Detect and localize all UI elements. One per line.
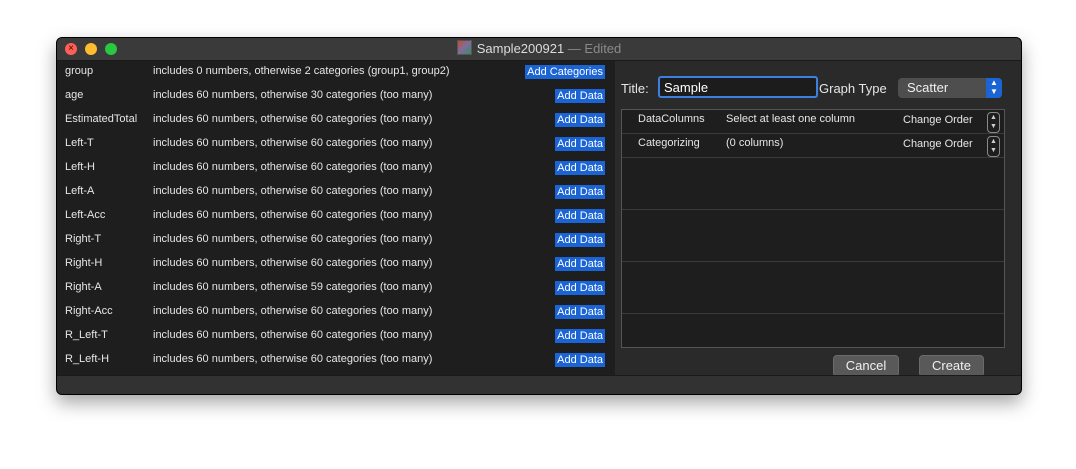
column-description: includes 60 numbers, otherwise 60 catego… — [153, 161, 433, 173]
add-data-button[interactable]: Add Data — [555, 257, 605, 271]
graph-settings-panel: Title: Graph Type Scatter ▲▼ DataColumns… — [615, 61, 1021, 377]
app-window: × Sample200921 — Edited group includes 0… — [56, 37, 1022, 395]
list-item: age includes 60 numbers, otherwise 30 ca… — [57, 85, 615, 109]
list-item: Right-Acc includes 60 numbers, otherwise… — [57, 301, 615, 325]
add-data-button[interactable]: Add Data — [555, 281, 605, 295]
column-description: includes 60 numbers, otherwise 60 catego… — [153, 353, 433, 365]
table-row: Categorizing (0 columns) Change Order ▲ ▼ — [622, 134, 1004, 158]
list-item: Right-A includes 60 numbers, otherwise 5… — [57, 277, 615, 301]
column-description: includes 60 numbers, otherwise 60 catego… — [153, 257, 433, 269]
change-order-stepper[interactable]: ▲ ▼ — [987, 112, 1000, 133]
add-data-button[interactable]: Add Data — [555, 233, 605, 247]
add-data-button[interactable]: Add Data — [555, 209, 605, 223]
column-name: Left-A — [65, 185, 95, 197]
title-bar: × Sample200921 — Edited — [57, 38, 1021, 61]
column-name: R_Left-H — [65, 353, 110, 365]
grid-line — [622, 261, 1004, 262]
add-categories-button[interactable]: Add Categories — [525, 65, 605, 79]
row-value: (0 columns) — [726, 137, 784, 149]
column-name: age — [65, 89, 84, 101]
add-data-button[interactable]: Add Data — [555, 137, 605, 151]
column-description: includes 60 numbers, otherwise 60 catego… — [153, 305, 433, 317]
list-item: R_Left-H includes 60 numbers, otherwise … — [57, 349, 615, 373]
column-name: Left-H — [65, 161, 95, 173]
list-item: R_Left-T includes 60 numbers, otherwise … — [57, 325, 615, 349]
column-description: includes 60 numbers, otherwise 60 catego… — [153, 137, 433, 149]
change-order-label: Change Order — [903, 138, 973, 150]
column-description: includes 60 numbers, otherwise 60 catego… — [153, 185, 433, 197]
column-name: R_Left-T — [65, 329, 108, 341]
column-description: includes 60 numbers, otherwise 30 catego… — [153, 89, 433, 101]
graph-type-label: Graph Type — [819, 81, 887, 96]
document-name: Sample200921 — [476, 41, 565, 56]
list-item: Left-A includes 60 numbers, otherwise 60… — [57, 181, 615, 205]
column-name: Right-T — [65, 233, 102, 245]
cancel-button[interactable]: Cancel — [833, 355, 899, 377]
column-description: includes 60 numbers, otherwise 60 catego… — [153, 329, 433, 341]
list-item: Right-H includes 60 numbers, otherwise 6… — [57, 253, 615, 277]
column-name: Left-T — [65, 137, 94, 149]
column-name: Right-A — [65, 281, 102, 293]
add-data-button[interactable]: Add Data — [555, 329, 605, 343]
list-item: Left-T includes 60 numbers, otherwise 60… — [57, 133, 615, 157]
column-description: includes 60 numbers, otherwise 60 catego… — [153, 209, 433, 221]
table-row: DataColumns Select at least one column C… — [622, 110, 1004, 134]
chevron-updown-icon: ▲ ▼ — [986, 78, 1002, 98]
bottom-bar — [57, 375, 1021, 394]
add-data-button[interactable]: Add Data — [555, 305, 605, 319]
column-name: group — [65, 65, 94, 77]
list-item: Left-H includes 60 numbers, otherwise 60… — [57, 157, 615, 181]
change-order-stepper[interactable]: ▲ ▼ — [987, 136, 1000, 157]
list-item: group includes 0 numbers, otherwise 2 ca… — [57, 61, 615, 85]
column-name: EstimatedTotal — [65, 113, 138, 125]
add-data-button[interactable]: Add Data — [555, 113, 605, 127]
list-item: Left-Acc includes 60 numbers, otherwise … — [57, 205, 615, 229]
row-name: DataColumns — [638, 113, 705, 125]
grid-line — [622, 209, 1004, 210]
title-input[interactable] — [658, 76, 818, 98]
add-data-button[interactable]: Add Data — [555, 353, 605, 367]
change-order-label: Change Order — [903, 114, 973, 126]
column-name: Left-Acc — [65, 209, 106, 221]
window-title: Sample200921 — Edited — [57, 38, 1021, 60]
grid-line — [622, 313, 1004, 314]
add-data-button[interactable]: Add Data — [555, 89, 605, 103]
row-value: Select at least one column — [726, 113, 856, 125]
add-data-button[interactable]: Add Data — [555, 185, 605, 199]
column-name: Right-H — [65, 257, 103, 269]
column-name: Right-Acc — [65, 305, 113, 317]
add-data-button[interactable]: Add Data — [555, 161, 605, 175]
column-description: includes 60 numbers, otherwise 60 catego… — [153, 233, 433, 245]
row-name: Categorizing — [638, 137, 700, 149]
title-label: Title: — [621, 81, 649, 96]
list-item: Right-T includes 60 numbers, otherwise 6… — [57, 229, 615, 253]
column-description: includes 60 numbers, otherwise 60 catego… — [153, 113, 433, 125]
document-icon — [456, 40, 472, 55]
column-description: includes 0 numbers, otherwise 2 categori… — [153, 65, 450, 77]
graph-type-select[interactable]: Scatter ▲ ▼ — [898, 78, 1002, 98]
list-item: EstimatedTotal includes 60 numbers, othe… — [57, 109, 615, 133]
edited-indicator: — Edited — [564, 41, 622, 56]
column-description: includes 60 numbers, otherwise 59 catego… — [153, 281, 433, 293]
graph-type-value: Scatter — [907, 80, 949, 95]
column-list: group includes 0 numbers, otherwise 2 ca… — [57, 61, 615, 375]
settings-table: DataColumns Select at least one column C… — [621, 109, 1005, 348]
create-button[interactable]: Create — [919, 355, 984, 377]
